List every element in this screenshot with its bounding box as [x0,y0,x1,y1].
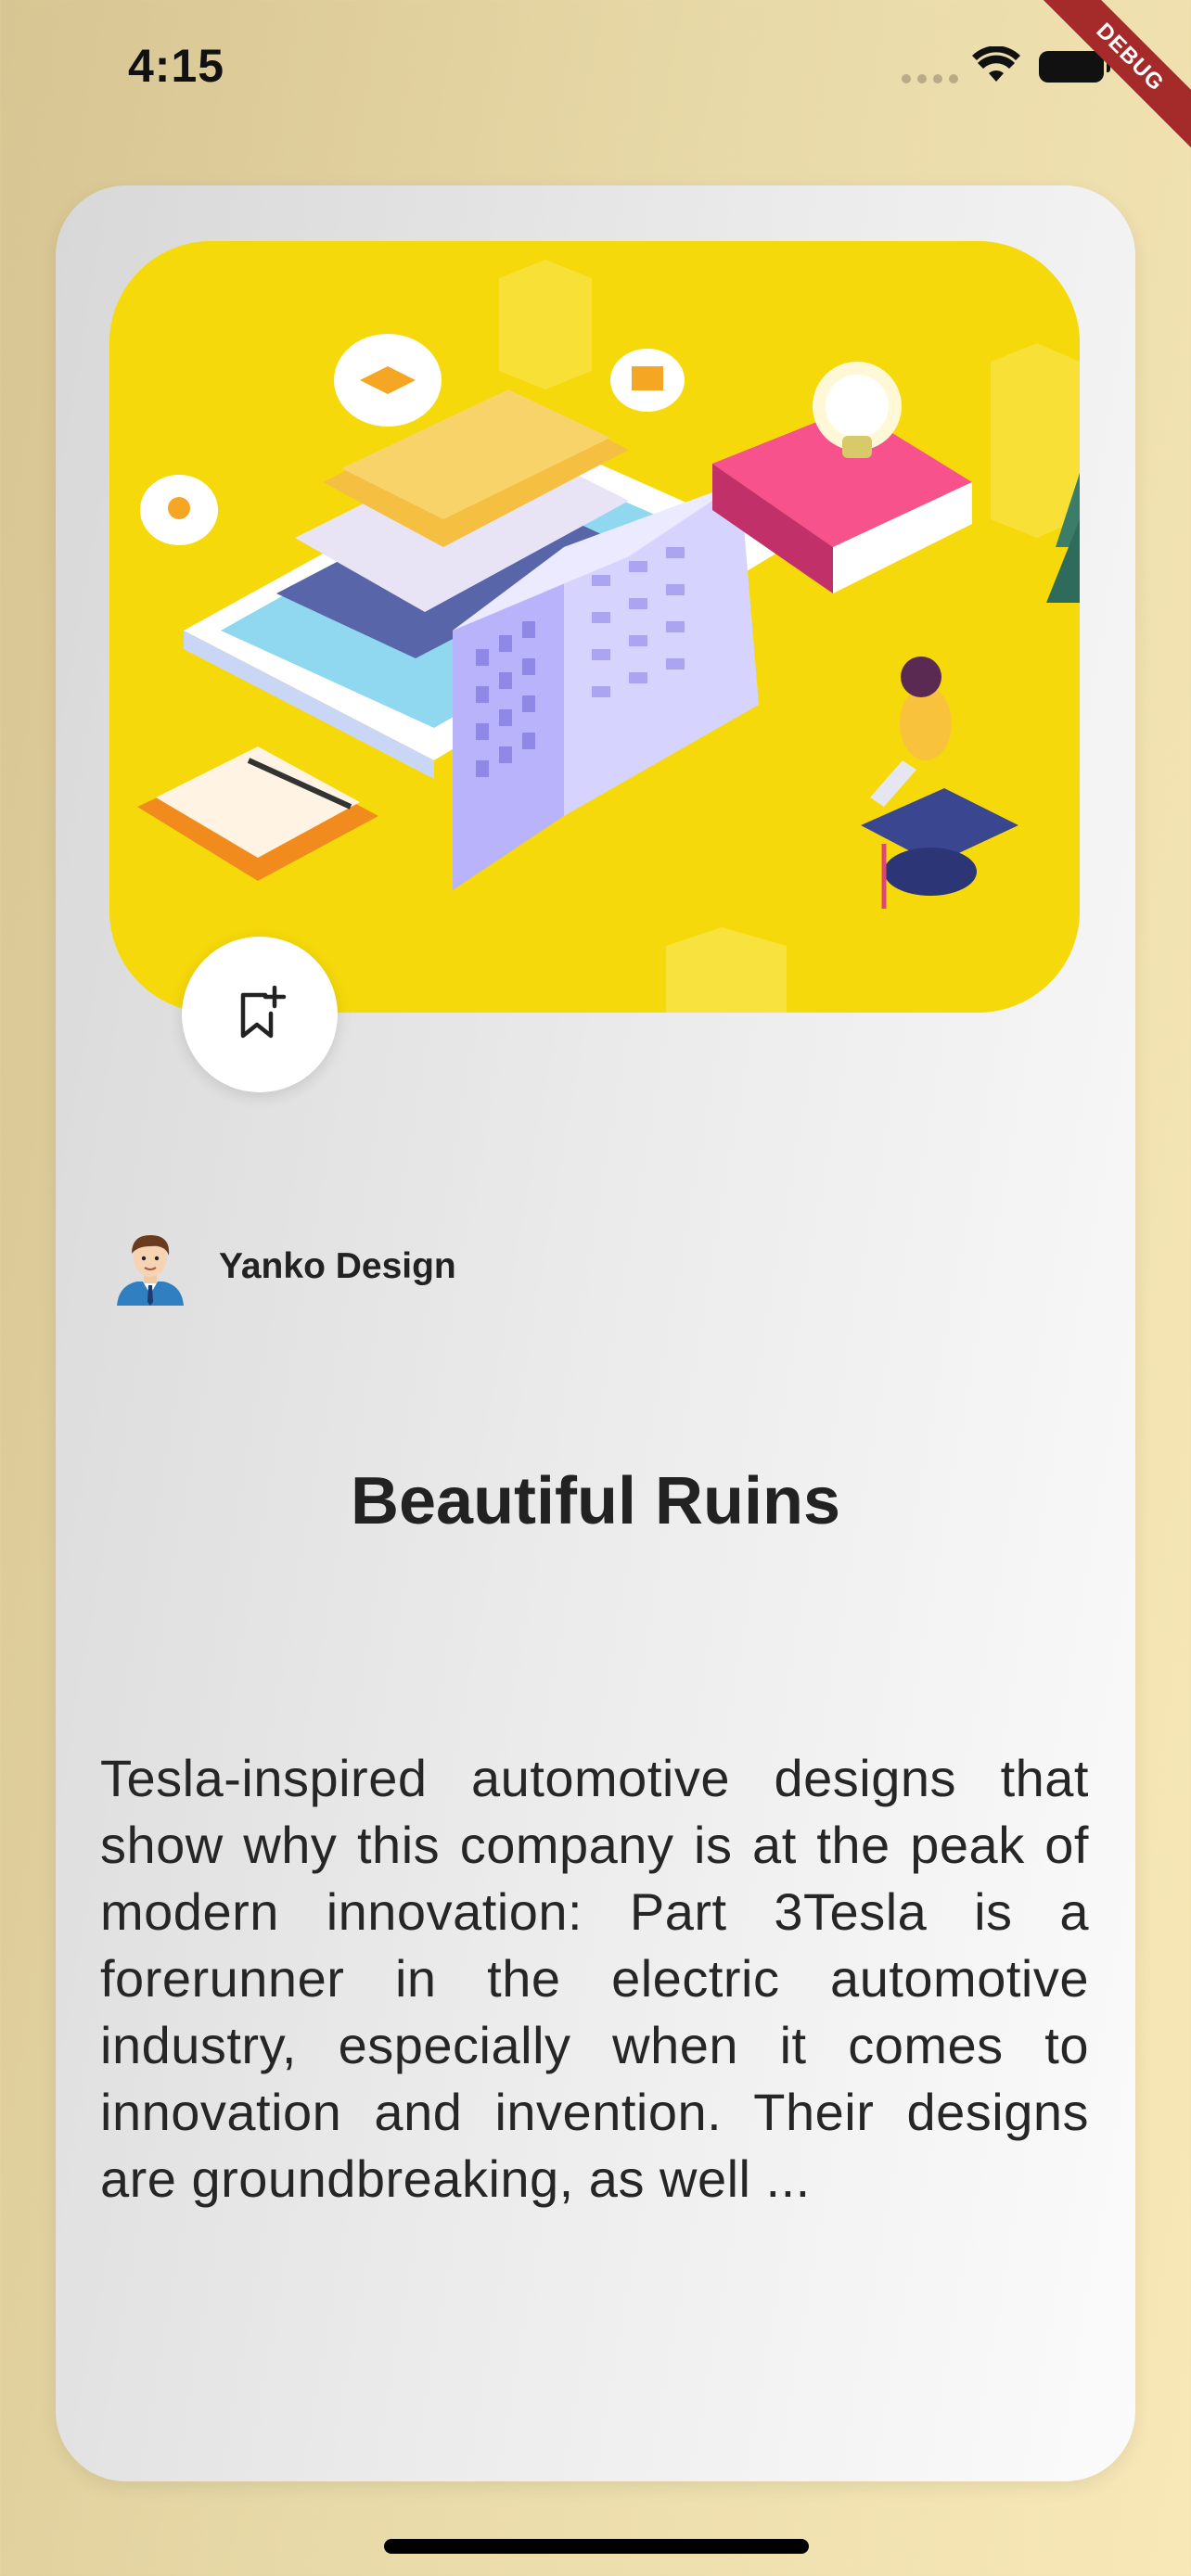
status-bar: 4:15 DEBUG [0,0,1191,158]
battery-icon [1039,51,1110,83]
author-name[interactable]: Yanko Design [219,1246,456,1287]
home-indicator[interactable] [384,2539,809,2554]
bookmark-add-icon [240,986,287,1039]
status-time: 4:15 [128,40,225,92]
wifi-icon [972,46,1020,82]
man-avatar-icon [117,1235,184,1306]
article-description: Tesla-inspired automotive designs that s… [100,1749,1089,2208]
isometric-education-illustration [109,241,1080,1013]
cellular-signal-icon [902,74,958,83]
article-card[interactable]: Yanko Design Beautiful Ruins Tesla-inspi… [56,185,1135,2481]
hero-image [109,241,1080,1013]
article-title: Beautiful Ruins [350,1464,840,1538]
author-row[interactable]: Yanko Design [113,1228,456,1306]
add-bookmark-button[interactable] [182,937,338,1092]
